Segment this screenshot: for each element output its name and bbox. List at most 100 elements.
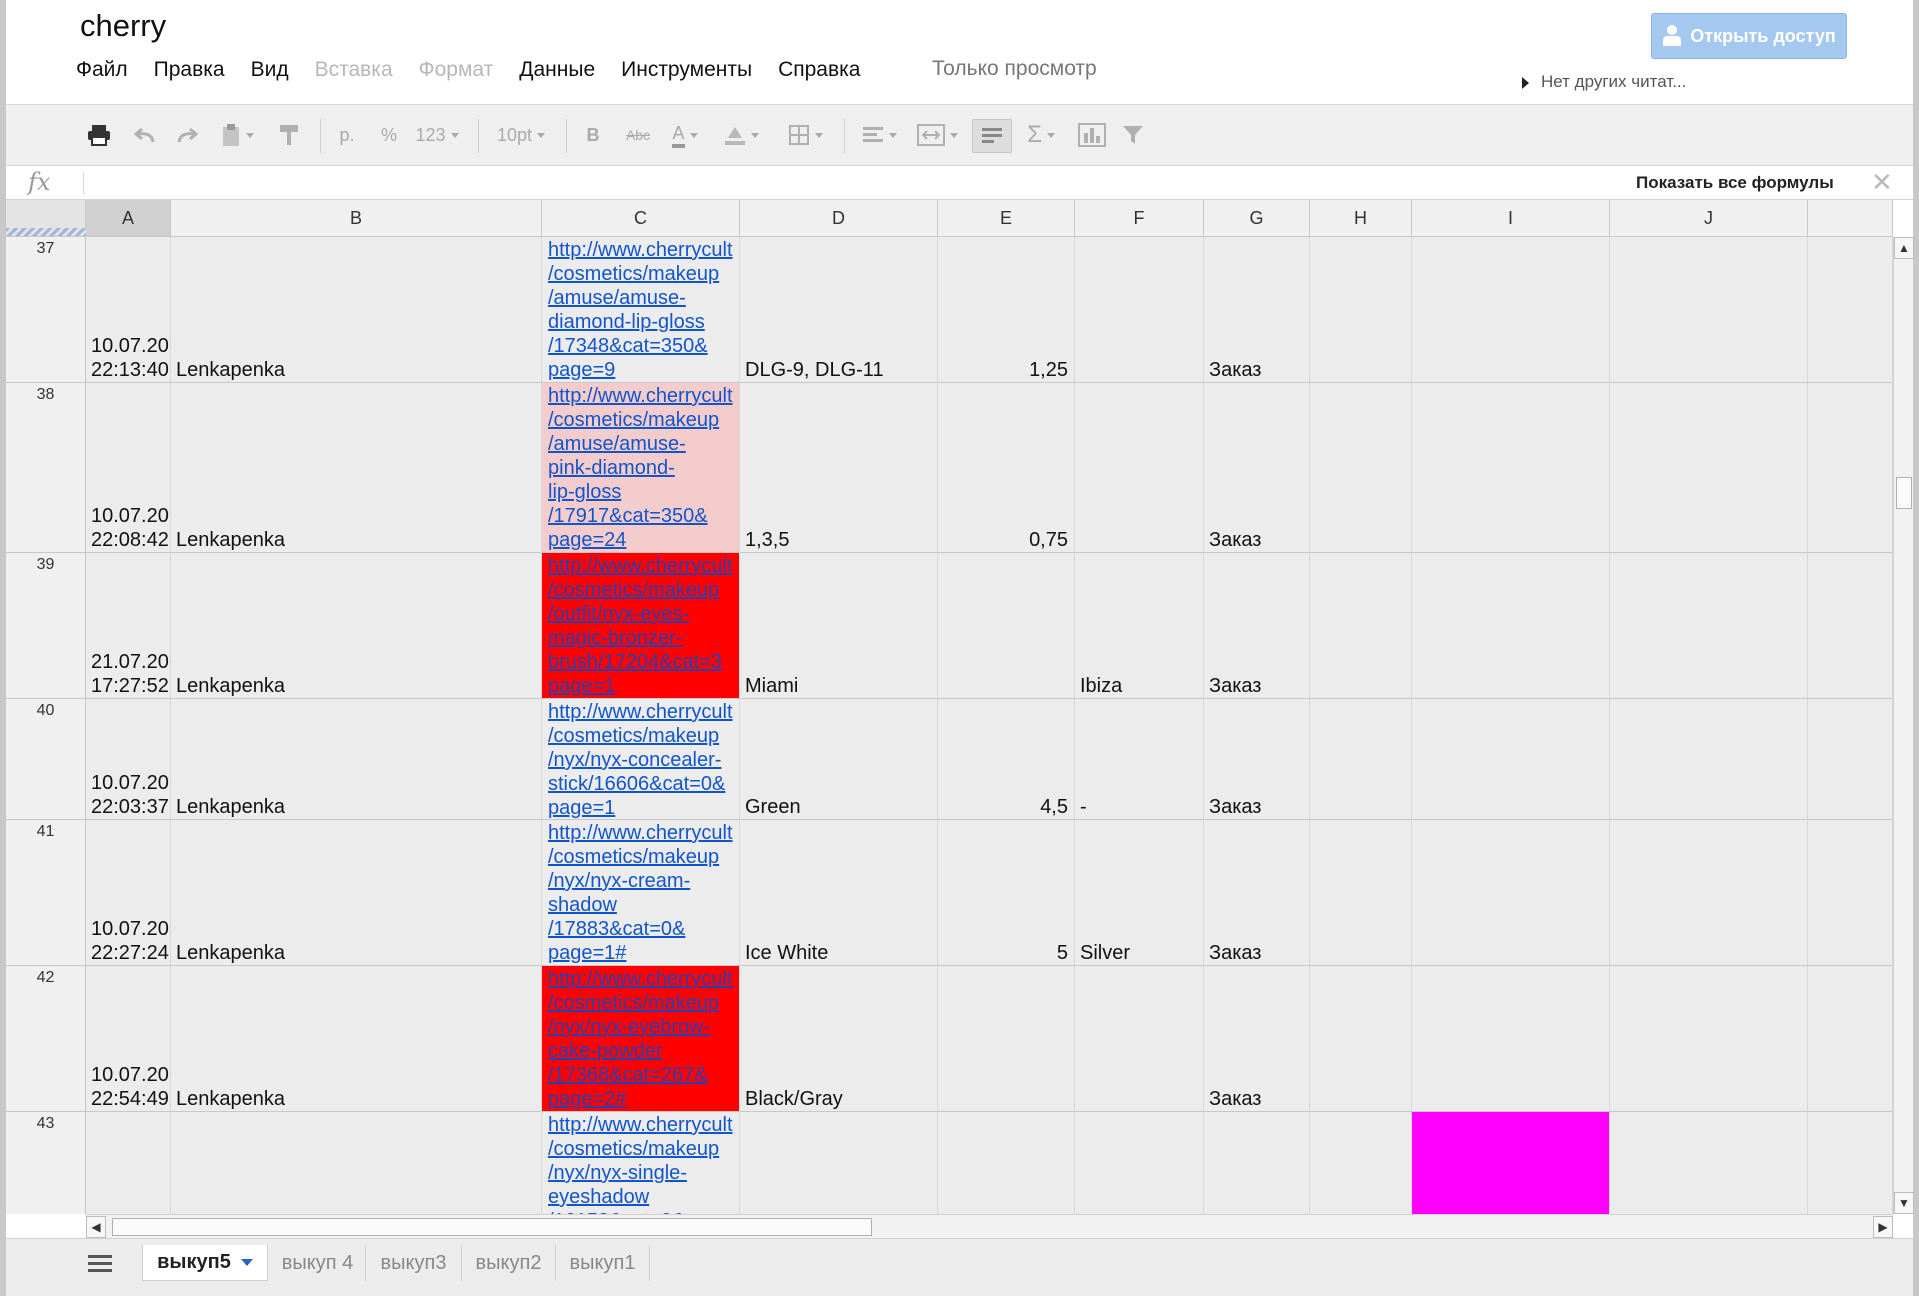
table-cell[interactable] (1808, 820, 1893, 966)
scroll-left-icon[interactable]: ◀ (86, 1216, 106, 1238)
table-cell[interactable]: Заказ (1204, 966, 1310, 1112)
functions-button[interactable]: Σ (1018, 119, 1064, 151)
table-cell[interactable]: Green (740, 699, 938, 820)
menu-help[interactable]: Справка (778, 58, 860, 82)
table-cell[interactable] (1412, 699, 1610, 820)
table-cell[interactable] (1075, 966, 1204, 1112)
table-cell[interactable]: 1,3,5 (740, 383, 938, 553)
strikethrough-button[interactable]: Abc (618, 119, 658, 151)
sheet-tab[interactable]: выкуп3 (366, 1245, 462, 1281)
table-cell[interactable]: 0,75 (938, 383, 1075, 553)
freeze-handle[interactable] (6, 228, 86, 236)
table-cell[interactable] (1412, 966, 1610, 1112)
table-cell[interactable]: Lenkapenka (171, 383, 542, 553)
column-header-e[interactable]: E (938, 200, 1075, 237)
table-cell[interactable] (1204, 1112, 1310, 1214)
table-cell[interactable] (1610, 966, 1808, 1112)
undo-icon[interactable] (130, 119, 160, 151)
menu-file[interactable]: Файл (76, 58, 128, 82)
fill-color-button[interactable] (716, 119, 766, 151)
text-color-button[interactable]: A (662, 119, 708, 151)
table-cell[interactable]: Lenkapenka (171, 699, 542, 820)
table-cell[interactable] (1075, 1112, 1204, 1214)
url-link[interactable]: http://www.cherrycult /cosmetics/makeup … (548, 821, 739, 965)
dropdown-arrow-icon[interactable] (240, 1259, 253, 1266)
url-link[interactable]: http://www.cherrycult /cosmetics/makeup … (548, 384, 739, 552)
column-header-f[interactable]: F (1075, 200, 1204, 237)
borders-button[interactable] (780, 119, 830, 151)
table-cell[interactable] (171, 1112, 542, 1214)
paste-icon[interactable] (214, 119, 260, 151)
table-cell[interactable] (1412, 237, 1610, 383)
row-header[interactable]: 38 (6, 383, 86, 553)
scroll-right-icon[interactable]: ▶ (1873, 1216, 1893, 1238)
sheet-tab[interactable]: выкуп 4 (270, 1245, 366, 1281)
column-header-g[interactable]: G (1204, 200, 1310, 237)
table-cell[interactable] (1310, 820, 1412, 966)
table-cell[interactable] (1610, 383, 1808, 553)
row-header[interactable]: 39 (6, 553, 86, 699)
redo-icon[interactable] (172, 119, 202, 151)
close-icon[interactable]: ✕ (1871, 167, 1893, 198)
table-cell[interactable]: 10.07.20 22:13:40 (86, 237, 171, 383)
table-cell[interactable] (1310, 383, 1412, 553)
table-cell[interactable]: http://www.cherrycult /cosmetics/makeup … (542, 966, 740, 1112)
table-cell[interactable] (1808, 966, 1893, 1112)
table-cell[interactable]: 1,25 (938, 237, 1075, 383)
table-cell[interactable]: 4,5 (938, 699, 1075, 820)
table-cell[interactable]: 10.07.20 22:27:24 (86, 820, 171, 966)
table-cell[interactable] (1310, 1112, 1412, 1214)
table-cell[interactable]: http://www.cherrycult /cosmetics/makeup … (542, 1112, 740, 1214)
table-cell[interactable] (1610, 699, 1808, 820)
table-cell[interactable] (1310, 553, 1412, 699)
column-header-b[interactable]: B (171, 200, 542, 237)
font-size-select[interactable]: 10pt (490, 119, 552, 151)
filter-icon[interactable] (1118, 119, 1148, 151)
spreadsheet-grid[interactable]: A B C D E F G H I J 37 10.07.20 22:13:40 Lenkapenka h… (6, 200, 1893, 1214)
sheet-tab-active[interactable]: выкуп5 (142, 1245, 268, 1281)
table-cell[interactable]: http://www.cherrycult /cosmetics/makeup … (542, 553, 740, 699)
scroll-down-icon[interactable]: ▼ (1894, 1192, 1914, 1214)
table-cell[interactable] (1610, 237, 1808, 383)
table-cell[interactable]: http://www.cherrycult /cosmetics/makeup … (542, 699, 740, 820)
table-cell[interactable]: Заказ (1204, 553, 1310, 699)
row-header[interactable]: 42 (6, 966, 86, 1112)
table-cell[interactable] (1310, 699, 1412, 820)
table-cell[interactable] (1310, 237, 1412, 383)
table-cell[interactable]: 21.07.20 17:27:52 (86, 553, 171, 699)
sheet-list-icon[interactable] (88, 1255, 112, 1277)
table-cell[interactable] (1412, 553, 1610, 699)
vertical-scrollbar[interactable]: ▲ ▼ (1893, 237, 1914, 1214)
table-cell[interactable] (740, 1112, 938, 1214)
table-cell[interactable] (1808, 383, 1893, 553)
table-cell[interactable]: 10.07.20 22:08:42 (86, 383, 171, 553)
table-cell[interactable] (1808, 553, 1893, 699)
table-cell[interactable]: Lenkapenka (171, 966, 542, 1112)
menu-edit[interactable]: Правка (154, 58, 225, 82)
table-cell[interactable]: http://www.cherrycult /cosmetics/makeup … (542, 383, 740, 553)
table-cell[interactable]: Silver (1075, 820, 1204, 966)
wrap-text-button[interactable] (972, 119, 1012, 153)
sheet-tab[interactable]: выкуп2 (462, 1245, 556, 1281)
table-cell[interactable] (1610, 820, 1808, 966)
currency-format-button[interactable]: р. (332, 119, 362, 151)
menu-view[interactable]: Вид (251, 58, 289, 82)
column-header-c[interactable]: C (542, 200, 740, 237)
vertical-scroll-thumb[interactable] (1896, 477, 1912, 509)
align-button[interactable] (854, 119, 904, 151)
column-header-a[interactable]: A (86, 200, 171, 237)
table-cell[interactable] (938, 1112, 1075, 1214)
percent-format-button[interactable]: % (376, 119, 402, 151)
table-cell[interactable] (1610, 553, 1808, 699)
table-cell[interactable]: Заказ (1204, 820, 1310, 966)
table-cell[interactable] (1808, 1112, 1893, 1214)
select-all-corner[interactable] (6, 200, 86, 237)
table-cell[interactable] (938, 553, 1075, 699)
viewers-indicator[interactable]: Нет других читат... (1522, 72, 1686, 92)
url-link[interactable]: http://www.cherrycult /cosmetics/makeup … (548, 967, 739, 1111)
table-cell[interactable]: - (1075, 699, 1204, 820)
table-cell[interactable]: Lenkapenka (171, 237, 542, 383)
sheet-tab[interactable]: выкуп1 (556, 1245, 650, 1281)
number-format-button[interactable]: 123 (410, 119, 464, 151)
url-link[interactable]: http://www.cherrycult /cosmetics/makeup … (548, 554, 739, 698)
